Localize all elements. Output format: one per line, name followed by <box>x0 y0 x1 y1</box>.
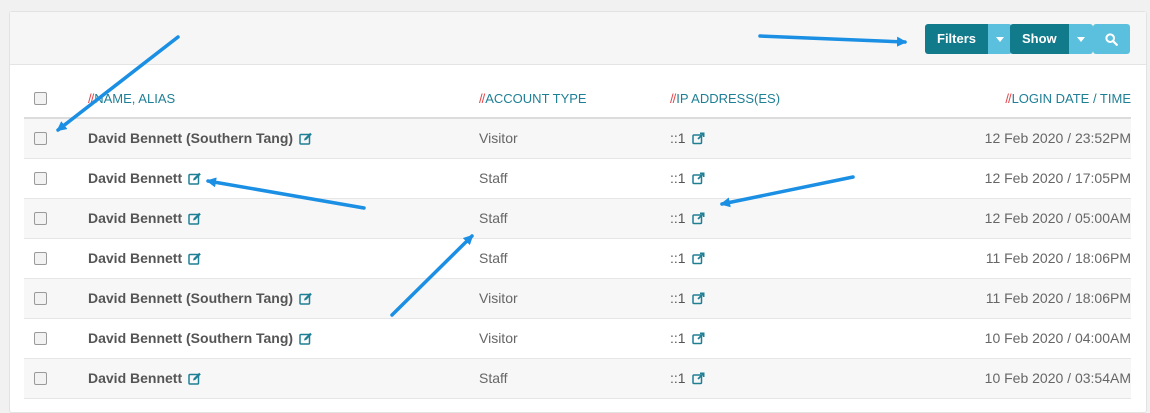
external-link-icon[interactable] <box>691 212 705 228</box>
show-dropdown-toggle[interactable] <box>1068 24 1093 54</box>
ip-cell: ::1 <box>670 130 705 148</box>
ip-cell: ::1 <box>670 290 705 308</box>
login-table: //NAME, ALIAS //ACCOUNT TYPE //IP ADDRES… <box>24 89 1131 399</box>
account-type-cell: Staff <box>479 210 508 226</box>
login-datetime-cell: 12 Feb 2020 / 17:05PM <box>984 170 1131 186</box>
table-row: David Bennett (Southern Tang) Visitor::1 1… <box>24 119 1131 159</box>
caret-down-icon <box>1076 36 1085 42</box>
table-row: David Bennett Staff::1 12 Feb 2020 / 17:05… <box>24 159 1131 199</box>
ip-cell: ::1 <box>670 330 705 348</box>
external-link-icon[interactable] <box>691 372 705 388</box>
row-checkbox[interactable] <box>34 212 47 225</box>
caret-down-icon <box>996 36 1005 42</box>
search-icon <box>1105 32 1118 46</box>
login-history-panel: Filters Show //NAME, ALIAS //ACCOUNT TYP… <box>9 11 1147 413</box>
account-type-cell: Visitor <box>479 290 518 306</box>
ip-address: ::1 <box>670 170 686 186</box>
account-type-cell: Visitor <box>479 330 518 346</box>
ip-cell: ::1 <box>670 210 705 228</box>
external-link-icon[interactable] <box>691 132 705 148</box>
login-datetime-cell: 11 Feb 2020 / 18:06PM <box>985 290 1131 306</box>
account-type-cell: Staff <box>479 370 508 386</box>
column-header-account-type[interactable]: //ACCOUNT TYPE <box>479 91 587 106</box>
table-row: David Bennett (Southern Tang) Visitor::1 1… <box>24 279 1131 319</box>
user-name[interactable]: David Bennett (Southern Tang) <box>88 290 293 306</box>
edit-icon[interactable] <box>188 172 202 188</box>
ip-address: ::1 <box>670 290 686 306</box>
ip-address: ::1 <box>670 330 686 346</box>
show-button[interactable]: Show <box>1010 24 1069 54</box>
login-datetime-cell: 10 Feb 2020 / 04:00AM <box>984 330 1131 346</box>
name-cell: David Bennett <box>88 210 202 228</box>
login-datetime-cell: 11 Feb 2020 / 18:06PM <box>985 250 1131 266</box>
edit-icon[interactable] <box>188 212 202 228</box>
row-checkbox[interactable] <box>34 252 47 265</box>
table-header: //NAME, ALIAS //ACCOUNT TYPE //IP ADDRES… <box>24 89 1131 119</box>
row-checkbox[interactable] <box>34 292 47 305</box>
external-link-icon[interactable] <box>691 172 705 188</box>
table-row: David Bennett Staff::1 12 Feb 2020 / 05:00… <box>24 199 1131 239</box>
login-datetime-cell: 12 Feb 2020 / 23:52PM <box>984 130 1131 146</box>
login-datetime-cell: 10 Feb 2020 / 03:54AM <box>984 370 1131 386</box>
login-datetime-cell: 12 Feb 2020 / 05:00AM <box>984 210 1131 226</box>
table-row: David Bennett Staff::1 11 Feb 2020 / 18:06… <box>24 239 1131 279</box>
ip-address: ::1 <box>670 250 686 266</box>
ip-address: ::1 <box>670 370 686 386</box>
column-header-login[interactable]: //LOGIN DATE / TIME <box>1005 91 1131 106</box>
filters-dropdown-toggle[interactable] <box>988 24 1013 54</box>
table-body: David Bennett (Southern Tang) Visitor::1 1… <box>24 119 1131 399</box>
ip-address: ::1 <box>670 210 686 226</box>
name-cell: David Bennett <box>88 370 202 388</box>
name-cell: David Bennett (Southern Tang) <box>88 130 313 148</box>
external-link-icon[interactable] <box>691 332 705 348</box>
search-button[interactable] <box>1093 24 1130 54</box>
table-row: David Bennett Staff::1 10 Feb 2020 / 03:54… <box>24 359 1131 399</box>
row-checkbox[interactable] <box>34 332 47 345</box>
column-header-ip[interactable]: //IP ADDRESS(ES) <box>670 91 780 106</box>
name-cell: David Bennett <box>88 170 202 188</box>
name-cell: David Bennett (Southern Tang) <box>88 330 313 348</box>
row-checkbox[interactable] <box>34 372 47 385</box>
user-name[interactable]: David Bennett (Southern Tang) <box>88 330 293 346</box>
account-type-cell: Staff <box>479 170 508 186</box>
show-button-group: Show <box>1010 24 1093 54</box>
account-type-cell: Visitor <box>479 130 518 146</box>
column-header-name[interactable]: //NAME, ALIAS <box>88 91 175 106</box>
ip-address: ::1 <box>670 130 686 146</box>
row-checkbox[interactable] <box>34 172 47 185</box>
external-link-icon[interactable] <box>691 252 705 268</box>
edit-icon[interactable] <box>299 132 313 148</box>
filters-button-group: Filters <box>925 24 1013 54</box>
row-checkbox[interactable] <box>34 132 47 145</box>
external-link-icon[interactable] <box>691 292 705 308</box>
edit-icon[interactable] <box>188 372 202 388</box>
user-name[interactable]: David Bennett <box>88 210 182 226</box>
table-row: David Bennett (Southern Tang) Visitor::1 1… <box>24 319 1131 359</box>
toolbar: Filters Show <box>10 12 1146 65</box>
edit-icon[interactable] <box>299 292 313 308</box>
ip-cell: ::1 <box>670 250 705 268</box>
filters-button[interactable]: Filters <box>925 24 989 54</box>
user-name[interactable]: David Bennett (Southern Tang) <box>88 130 293 146</box>
select-all-checkbox[interactable] <box>34 92 47 105</box>
user-name[interactable]: David Bennett <box>88 370 182 386</box>
ip-cell: ::1 <box>670 170 705 188</box>
name-cell: David Bennett (Southern Tang) <box>88 290 313 308</box>
name-cell: David Bennett <box>88 250 202 268</box>
user-name[interactable]: David Bennett <box>88 250 182 266</box>
ip-cell: ::1 <box>670 370 705 388</box>
account-type-cell: Staff <box>479 250 508 266</box>
user-name[interactable]: David Bennett <box>88 170 182 186</box>
edit-icon[interactable] <box>299 332 313 348</box>
edit-icon[interactable] <box>188 252 202 268</box>
